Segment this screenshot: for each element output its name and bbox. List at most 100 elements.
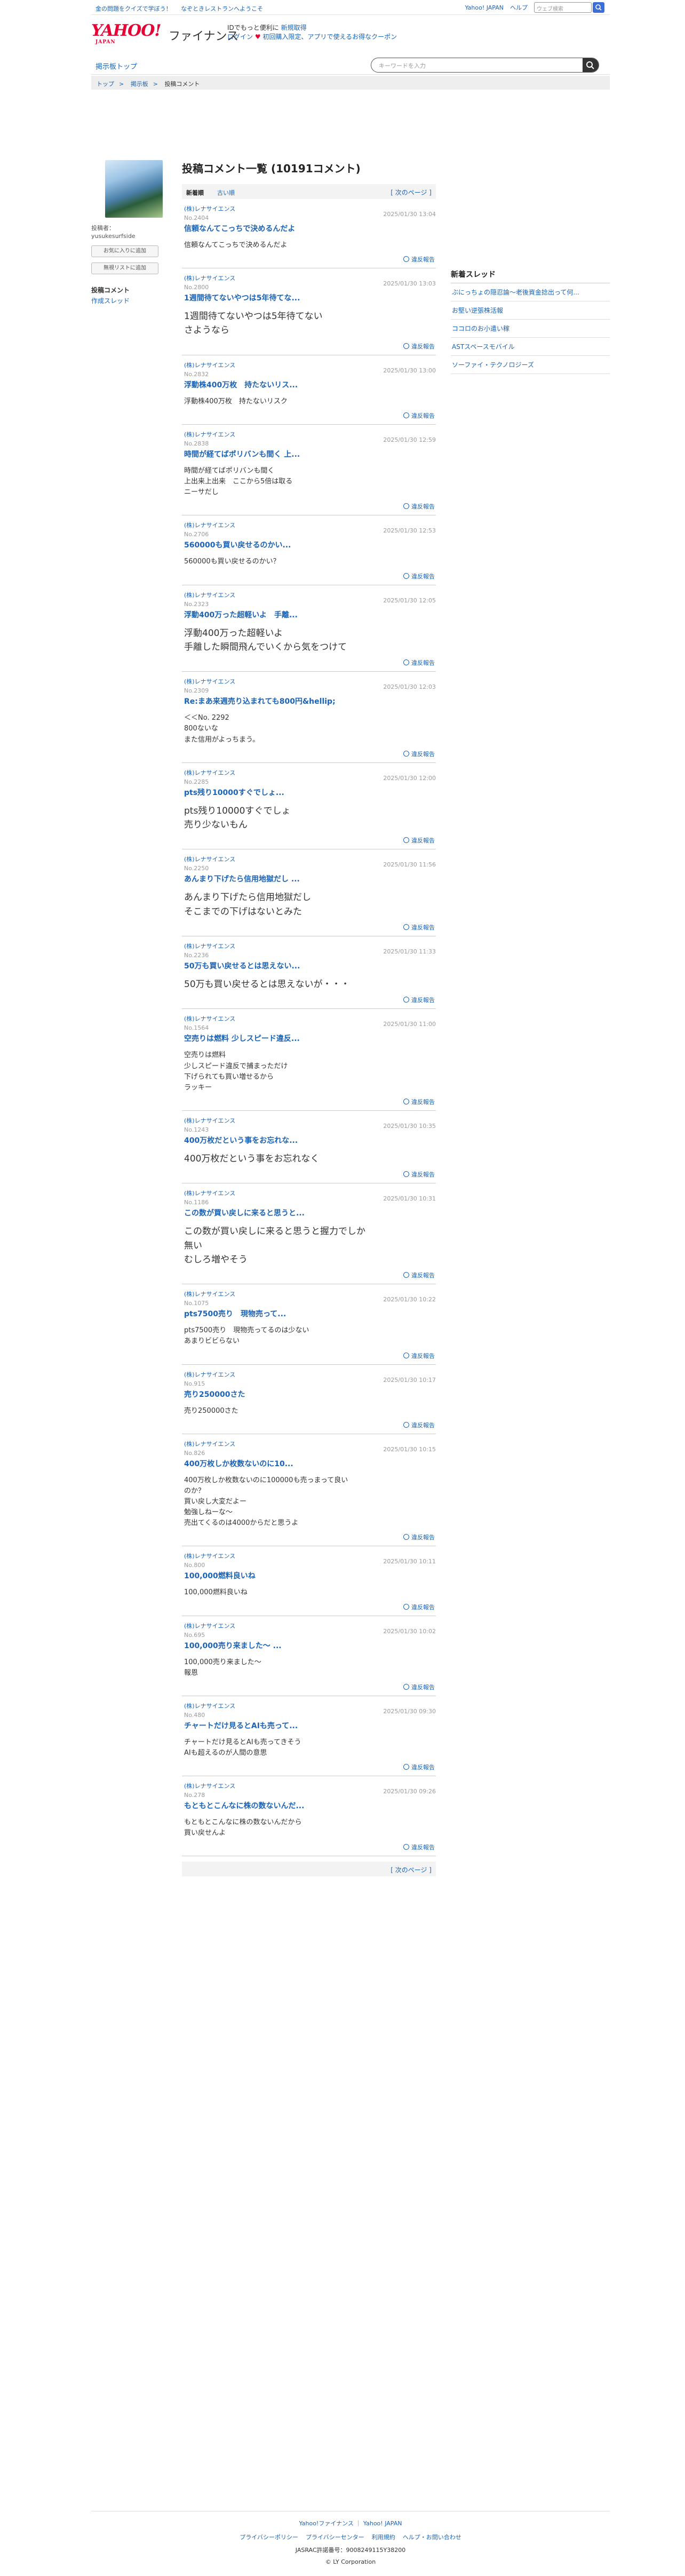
report-button[interactable]: 違反報告: [184, 1271, 435, 1279]
board-search-input[interactable]: キーワードを入力: [371, 58, 599, 73]
add-favorite-button[interactable]: お気に入りに追加: [91, 245, 158, 257]
comment-title[interactable]: 信頼なんてこっちで決めるんだよ: [184, 223, 435, 234]
tab-newest[interactable]: 新着順: [186, 188, 204, 197]
report-button[interactable]: 違反報告: [184, 342, 435, 351]
comment-title[interactable]: 浮動400万った超軽いよ 手離...: [184, 609, 435, 620]
comment-title[interactable]: 1週間待てないやつは5年待てな...: [184, 292, 435, 303]
comment-title[interactable]: 400万枚しか枚数ないのに10...: [184, 1458, 435, 1469]
footer-finance-link[interactable]: Yahoo!ファイナンス: [299, 2520, 354, 2527]
report-icon: [403, 997, 409, 1003]
report-button[interactable]: 違反報告: [184, 1351, 435, 1360]
report-button[interactable]: 違反報告: [184, 1763, 435, 1771]
report-button[interactable]: 違反報告: [184, 1170, 435, 1179]
nav-threads[interactable]: 作成スレッド: [91, 296, 171, 306]
report-button[interactable]: 違反報告: [184, 1603, 435, 1611]
comment-title[interactable]: チャートだけ見るとAIも売って...: [184, 1720, 435, 1731]
comment-body: 560000も買い戻せるのかい？: [184, 558, 280, 566]
search-icon: [595, 4, 602, 11]
comment-date: 2025/01/30 13:03: [383, 280, 436, 288]
report-button[interactable]: 違反報告: [184, 572, 435, 581]
report-button[interactable]: 違反報告: [184, 1533, 435, 1541]
login-promo: IDでもっと便利に 新規取得 ログイン ♥ 初回購入限定、アプリで使えるお得なク…: [227, 24, 397, 41]
comment-body: 100,000売り来ました〜 報恩: [184, 1658, 261, 1677]
thread-link[interactable]: ココロのお小遣い稼: [451, 320, 610, 338]
next-page-link[interactable]: [ 次のページ ]: [391, 1865, 432, 1874]
user-info: 投稿者： yusukesurfside: [91, 224, 171, 240]
user-name: yusukesurfside: [91, 233, 136, 240]
report-icon: [403, 343, 409, 349]
thread-link[interactable]: ぶにっちょの隠忍論〜老後資金捻出って何...: [451, 283, 610, 301]
comment-date: 2025/01/30 12:03: [383, 683, 436, 691]
comment-title[interactable]: 100,000売り来ました〜 ...: [184, 1640, 435, 1651]
report-icon: [403, 412, 409, 418]
comment-date: 2025/01/30 11:00: [383, 1021, 436, 1028]
help-link[interactable]: ヘルプ: [510, 3, 528, 12]
thread-link[interactable]: ソーファイ・テクノロジーズ: [451, 356, 610, 374]
breadcrumb-current: 投稿コメント: [164, 81, 200, 88]
comment-title[interactable]: Re:まあ来週売り込まれても800円&hellip;: [184, 696, 435, 706]
comment-title[interactable]: pts残り10000すぐでしょ...: [184, 787, 435, 798]
comment-body: 信頼なんてこっちで決めるんだよ: [184, 241, 288, 249]
comment-title[interactable]: この数が買い戻しに来ると思うと...: [184, 1207, 435, 1218]
report-button[interactable]: 違反報告: [184, 255, 435, 264]
comment-title[interactable]: pts7500売り 現物売って...: [184, 1308, 435, 1319]
comment-title[interactable]: 100,000燃料良いね: [184, 1570, 435, 1581]
comment-title[interactable]: 50万も買い戻せるとは思えない...: [184, 960, 435, 971]
report-button[interactable]: 違反報告: [184, 658, 435, 667]
comment-date: 2025/01/30 10:02: [383, 1627, 436, 1635]
coupon-link[interactable]: 初回購入限定、アプリで使えるお得なクーポン: [262, 33, 397, 41]
comment-date: 2025/01/30 10:35: [383, 1122, 436, 1130]
comment-title[interactable]: あんまり下げたら信用地獄だし ...: [184, 873, 435, 884]
report-icon: [403, 1534, 409, 1540]
breadcrumb-board[interactable]: 掲示板: [131, 81, 148, 88]
report-button[interactable]: 違反報告: [184, 1421, 435, 1429]
report-button[interactable]: 違反報告: [184, 923, 435, 932]
comment-body: 1週間待てないやつは5年待てない さようなら: [184, 311, 323, 336]
comment-body: この数が買い戻しに来ると思うと握力でしか 無い むしろ増やそう: [184, 1226, 365, 1265]
comment-title[interactable]: 浮動株400万枚 持たないリス...: [184, 379, 435, 390]
next-page-link[interactable]: [ 次のページ ]: [391, 188, 432, 197]
report-button[interactable]: 違反報告: [184, 1683, 435, 1691]
report-button[interactable]: 違反報告: [184, 502, 435, 511]
report-icon: [403, 1683, 409, 1690]
comment-body: 売り250000さた: [184, 1406, 238, 1415]
report-icon: [403, 503, 409, 510]
privacy-center-link[interactable]: プライバシーセンター: [306, 2533, 364, 2541]
comment-body: 400万枚だという事をお忘れなく: [184, 1153, 320, 1164]
privacy-policy-link[interactable]: プライバシーポリシー: [240, 2533, 298, 2541]
comment-title[interactable]: 売り250000さた: [184, 1389, 435, 1400]
footer-yahoo-link[interactable]: Yahoo! JAPAN: [363, 2520, 402, 2527]
comment-title[interactable]: 空売りは燃料 少しスピード違反...: [184, 1033, 435, 1044]
board-top-link[interactable]: 掲示板トップ: [95, 61, 137, 71]
comment-title[interactable]: 時間が経てばポリバンも間く 上...: [184, 449, 435, 459]
breadcrumb-top[interactable]: トップ: [97, 81, 114, 88]
avatar: [105, 160, 163, 218]
help-contact-link[interactable]: ヘルプ・お問い合わせ: [403, 2533, 461, 2541]
board-search-button[interactable]: [583, 58, 599, 72]
comment-item: (株)レナサイエンス No.2706 2025/01/30 12:53 560000も…: [182, 515, 436, 585]
report-button[interactable]: 違反報告: [184, 1843, 435, 1851]
report-button[interactable]: 違反報告: [184, 996, 435, 1004]
tab-oldest[interactable]: 古い順: [217, 188, 235, 197]
comment-title[interactable]: 400万枚だという事をお忘れな...: [184, 1135, 435, 1146]
comment-title[interactable]: もともとこんなに株の数ないんだ...: [184, 1800, 435, 1811]
report-button[interactable]: 違反報告: [184, 411, 435, 420]
terms-link[interactable]: 利用規約: [372, 2533, 395, 2541]
nav-comments[interactable]: 投稿コメント: [91, 285, 171, 296]
web-search-button[interactable]: [593, 2, 604, 13]
comment-date: 2025/01/30 13:04: [383, 211, 436, 218]
promo-link-restaurant[interactable]: なぞときレストランへようこそ: [181, 5, 263, 12]
add-ignore-button[interactable]: 無視リストに追加: [91, 263, 158, 274]
report-button[interactable]: 違反報告: [184, 836, 435, 845]
web-search-input[interactable]: ウェブ検索: [534, 2, 592, 13]
report-button[interactable]: 違反報告: [184, 1098, 435, 1106]
login-link[interactable]: ログイン: [227, 33, 253, 41]
report-button[interactable]: 違反報告: [184, 750, 435, 758]
new-id-link[interactable]: 新規取得: [281, 24, 307, 31]
comment-title[interactable]: 560000も買い戻せるのかい...: [184, 539, 435, 550]
yahoo-logo[interactable]: YAHOO! JAPAN: [91, 21, 162, 45]
promo-link-quiz[interactable]: 金の問題をクイズで学ぼう！: [95, 5, 172, 12]
thread-link[interactable]: ASTスペースモバイル: [451, 338, 610, 356]
thread-link[interactable]: お堅い逆張株活報: [451, 301, 610, 320]
yahoo-japan-link[interactable]: Yahoo! JAPAN: [465, 4, 504, 11]
